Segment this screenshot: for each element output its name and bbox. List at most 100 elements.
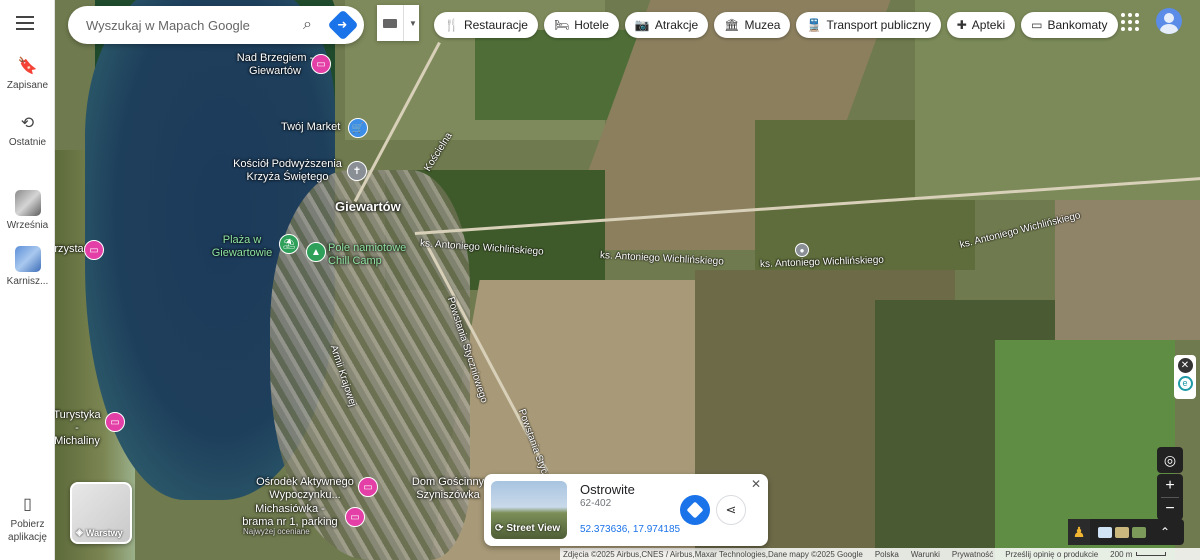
restaurant-icon: 🍴 [444, 18, 459, 32]
directions-icon [686, 501, 704, 519]
map-thumb-default[interactable] [1098, 526, 1112, 538]
pharmacy-icon: ✚ [956, 18, 967, 32]
chip-label: Bankomaty [1047, 18, 1108, 32]
chip-label: Atrakcje [654, 18, 699, 32]
poi-label-twoj-market[interactable]: Twój Market [281, 121, 340, 134]
map-type-bar: ♟ ⌃ [1068, 519, 1184, 545]
google-apps-icon[interactable] [1121, 13, 1139, 31]
extension-panel: ✕ e [1174, 355, 1196, 399]
pegman-icon[interactable]: ♟ [1068, 519, 1090, 545]
location-marker-icon[interactable]: ● [795, 243, 809, 257]
lodging-pin-icon[interactable]: ▭ [358, 477, 378, 497]
campground-pin-icon[interactable]: ▲ [306, 242, 326, 262]
place-thumbnail [14, 246, 41, 272]
park-pin-icon[interactable]: ⛱ [279, 234, 299, 254]
layers-button[interactable]: ◈ Warstwy [70, 482, 132, 544]
directions-button[interactable]: ➜ [327, 9, 359, 41]
map-thumbnails [1098, 526, 1146, 538]
menu-icon[interactable] [16, 16, 34, 30]
chip-attractions[interactable]: 📷 Atrakcje [624, 12, 709, 38]
left-rail: 🔖 Zapisane ⟲ Ostatnie Września Karnisz..… [0, 0, 55, 560]
rail-item-download-app[interactable]: ▯ Pobierz aplikację [0, 494, 55, 544]
street-view-thumbnail[interactable]: ⟳ Street View [491, 481, 567, 539]
footer-link-feedback[interactable]: Prześlij opinię o produkcie [1005, 550, 1098, 559]
search-input[interactable] [86, 17, 276, 33]
shopping-pin-icon[interactable]: 🛒 [348, 118, 368, 138]
rail-item-wrzesnia[interactable]: Września [0, 190, 55, 231]
poi-label-kosciol[interactable]: Kościół Podwyższenia Krzyża Świętego [230, 158, 345, 184]
rail-item-recent[interactable]: ⟲ Ostatnie [0, 113, 55, 148]
directions-button[interactable] [680, 495, 710, 525]
directions-arrow-icon: ➜ [337, 17, 348, 32]
chip-restaurants[interactable]: 🍴 Restauracje [434, 12, 538, 38]
search-icon[interactable]: ⌕ [303, 16, 312, 34]
collapse-icon[interactable]: ⌃ [1160, 525, 1170, 539]
museum-icon: 🏛 [724, 18, 740, 32]
rail-item-label: Ostatnie [8, 137, 47, 148]
map-thumb-satellite[interactable] [1132, 526, 1146, 538]
road-label: ks. Antoniego Wichlińskiego [599, 250, 725, 268]
rail-item-saved[interactable]: 🔖 Zapisane [0, 56, 55, 91]
chip-museums[interactable]: 🏛 Muzea [714, 12, 791, 38]
postal-code: 62-402 [580, 498, 612, 509]
rail-item-label: Zapisane [6, 80, 49, 91]
map-thumb-terrain[interactable] [1115, 526, 1129, 538]
place-info-card: ⟳ Street View Ostrowite 62-402 52.373636,… [484, 474, 768, 546]
chip-pharmacies[interactable]: ✚ Apteki [946, 12, 1016, 38]
footer-link-privacy[interactable]: Prywatność [952, 550, 993, 559]
scale-bar[interactable]: 200 m [1110, 549, 1167, 559]
poi-label-osrodek[interactable]: Ośrodek Aktywnego Wypoczynku... [250, 476, 360, 502]
layers-label: Warstwy [85, 527, 123, 538]
extension-icon[interactable]: e [1177, 376, 1193, 391]
poi-label-michasiowka[interactable]: Michasiówka - brama nr 1, parking [240, 503, 340, 529]
keyboard-icon [383, 18, 397, 28]
my-location-button[interactable]: ◎ [1157, 447, 1183, 473]
close-icon[interactable]: ✕ [751, 477, 761, 491]
input-tools-button[interactable]: ▼ [377, 5, 419, 41]
phone-icon: ▯ [23, 496, 32, 513]
chip-label: Muzea [744, 18, 781, 32]
rail-item-label: Pobierz aplikację [8, 519, 47, 543]
footer-link-country[interactable]: Polska [875, 550, 899, 559]
rail-item-label: Września [6, 220, 49, 231]
poi-label-nad-brzegiem[interactable]: Nad Brzegiem - Giewartów [230, 52, 320, 78]
chip-label: Apteki [971, 18, 1006, 32]
category-chips: 🍴 Restauracje 🛏 Hotele 📷 Atrakcje 🏛 Muzea 🚆 T… [434, 12, 1118, 38]
rail-item-karnisz[interactable]: Karnisz... [0, 246, 55, 287]
poi-rating-note: Najwyżej oceniane [243, 527, 310, 536]
poi-label-pole-namiotowe[interactable]: Pole namiotowe Chill Camp [328, 242, 412, 268]
poi-label-plaza[interactable]: Plaża w Giewartowie [209, 234, 275, 260]
place-thumbnail [14, 190, 41, 216]
lodging-pin-icon[interactable]: ▭ [105, 412, 125, 432]
close-extension-icon[interactable]: ✕ [1177, 358, 1193, 373]
rail-item-label: Karnisz... [6, 276, 49, 287]
scale-line [1136, 552, 1167, 556]
attribution-text: Zdjęcia ©2025 Airbus,CNES / Airbus,Maxar… [563, 549, 863, 559]
history-icon: ⟲ [20, 115, 35, 132]
lodging-pin-icon[interactable]: ▭ [311, 54, 331, 74]
coordinates-link[interactable]: 52.373636, 17.974185 [580, 524, 680, 535]
train-icon: 🚆 [806, 18, 822, 32]
divider [403, 5, 404, 41]
zoom-in-button[interactable]: + [1157, 475, 1183, 497]
chip-label: Transport publiczny [826, 18, 931, 32]
lodging-pin-icon[interactable]: ▭ [84, 240, 104, 260]
poi-label-dom-goscinny[interactable]: Dom Gościnny Szyniszówka [403, 476, 493, 502]
chip-atms[interactable]: ▭ Bankomaty [1021, 12, 1118, 38]
camera-icon: 📷 [634, 18, 650, 32]
poi-label-turystyka[interactable]: Turystyka - Michaliny [55, 409, 103, 449]
zoom-out-button[interactable]: − [1157, 498, 1183, 520]
bookmark-icon: 🔖 [17, 58, 38, 75]
layers-icon: ◈ [76, 527, 83, 537]
share-button[interactable]: ⋖ [716, 495, 746, 525]
lodging-pin-icon[interactable]: ▭ [345, 507, 365, 527]
chip-hotels[interactable]: 🛏 Hotele [543, 12, 619, 38]
scale-label: 200 m [1110, 549, 1133, 559]
church-pin-icon[interactable]: ✝ [347, 161, 367, 181]
place-title[interactable]: Ostrowite [580, 482, 635, 497]
chip-transit[interactable]: 🚆 Transport publiczny [796, 12, 941, 38]
avatar[interactable] [1156, 8, 1182, 34]
attribution-footer: Zdjęcia ©2025 Airbus,CNES / Airbus,Maxar… [560, 548, 1200, 560]
footer-link-terms[interactable]: Warunki [911, 550, 940, 559]
search-box: ⌕ ➜ [68, 6, 364, 44]
